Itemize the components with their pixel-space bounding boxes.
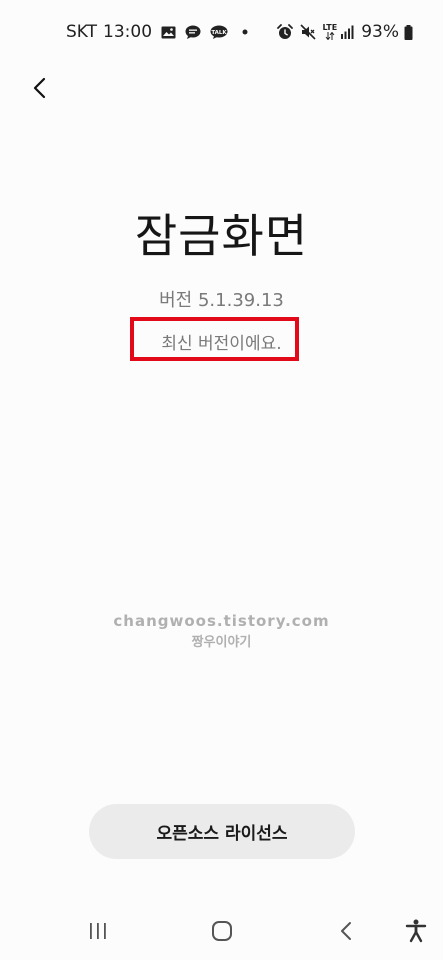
- watermark: changwoos.tistory.com 짱우이야기: [0, 612, 443, 650]
- open-source-license-button[interactable]: 오픈소스 라이선스: [89, 804, 355, 859]
- page-title: 잠금화면: [134, 209, 309, 263]
- carrier-label: SKT: [66, 22, 98, 42]
- status-left: SKT 13:00 TALK: [66, 22, 248, 42]
- talk-icon: TALK: [210, 25, 228, 40]
- svg-text:TALK: TALK: [211, 29, 227, 35]
- signal-icon: [340, 25, 354, 39]
- gallery-icon: [161, 26, 176, 39]
- mute-icon: [299, 24, 316, 40]
- recent-apps-icon: [88, 922, 108, 944]
- back-icon: [339, 921, 353, 945]
- network-label: LTE: [322, 23, 338, 32]
- clock: 13:00: [103, 22, 153, 42]
- nav-back-button[interactable]: [330, 917, 362, 949]
- dot-icon: [242, 29, 248, 35]
- back-button[interactable]: [22, 72, 58, 108]
- watermark-name: 짱우이야기: [191, 635, 252, 650]
- chat-bubble-icon: [185, 25, 201, 40]
- status-right: LTE 93%: [276, 22, 414, 42]
- accessibility-button[interactable]: [400, 917, 432, 949]
- home-icon: [211, 920, 233, 946]
- recent-apps-button[interactable]: [82, 917, 114, 949]
- battery-icon: [404, 24, 413, 40]
- lte-icon: LTE: [322, 23, 338, 40]
- battery-percent: 93%: [361, 22, 399, 42]
- status-bar: SKT 13:00 TALK LTE 93%: [0, 0, 443, 68]
- watermark-url: changwoos.tistory.com: [113, 612, 330, 630]
- alarm-icon: [276, 24, 293, 40]
- accessibility-icon: [405, 919, 427, 947]
- latest-version-message: 최신 버전이에요.: [161, 334, 282, 354]
- chevron-left-icon: [32, 77, 48, 103]
- navigation-bar: [0, 905, 443, 960]
- version-label: 버전 5.1.39.13: [159, 290, 284, 311]
- home-button[interactable]: [206, 917, 238, 949]
